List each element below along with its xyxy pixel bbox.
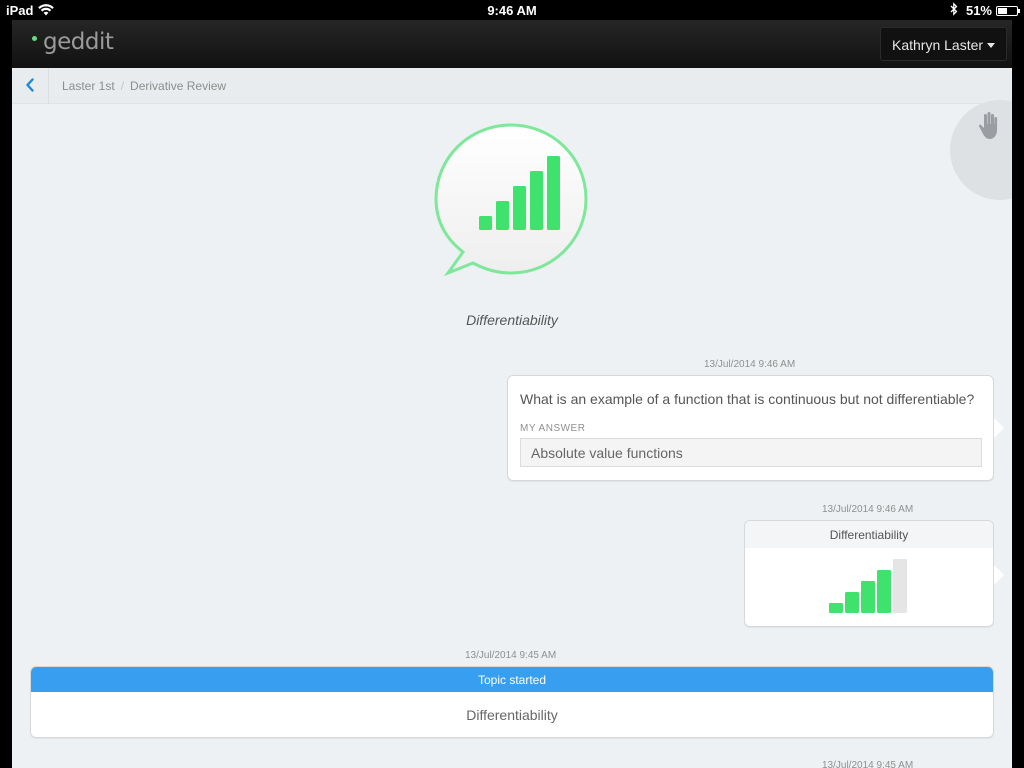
timestamp: 13/Jul/2014 9:45 AM [465,650,557,661]
topic-started-card: Topic started Differentiability [30,666,994,738]
status-time: 9:46 AM [487,3,537,18]
rating-card: Differentiability [744,520,994,627]
card-pointer [994,565,1004,585]
question-card: What is an example of a function that is… [507,375,994,481]
timestamp: 13/Jul/2014 9:45 AM [822,760,914,768]
back-button[interactable] [12,68,49,104]
timestamp: 13/Jul/2014 9:46 AM [822,504,914,515]
rating-bar-filled [496,201,509,230]
rating-card-title: Differentiability [745,521,993,548]
answer-label: MY ANSWER [520,423,586,434]
topic-started-title: Differentiability [466,707,558,723]
status-bar: iPad 9:46 AM 51% [0,0,1024,20]
question-text: What is an example of a function that is… [520,391,975,407]
topic-started-header: Topic started [31,667,993,692]
logo-text: geddit [43,29,114,55]
raise-hand-button[interactable] [950,100,1012,200]
rating-bars-icon [829,559,907,613]
speech-bubble-signal-icon [434,123,588,277]
rating-bar-filled [530,171,543,230]
user-menu-button[interactable]: Kathryn Laster [880,27,1007,61]
bluetooth-icon [950,2,958,19]
caret-down-icon [987,43,996,48]
chevron-left-icon [26,78,34,92]
breadcrumb: Laster 1st / Derivative Review [12,68,1012,104]
rating-bar-filled [547,156,560,230]
answer-field[interactable]: Absolute value functions [520,438,982,467]
battery-icon [996,6,1020,16]
timestamp: 13/Jul/2014 9:46 AM [704,359,796,370]
top-bar: geddit Kathryn Laster [12,20,1012,68]
topic-title: Differentiability [466,312,558,328]
rating-bar-filled [829,603,843,613]
battery-percent: 51% [965,3,992,18]
rating-bar-filled [845,592,859,613]
breadcrumb-separator: / [120,79,125,93]
rating-bar-empty [893,559,907,613]
rating-bar-filled [877,570,891,613]
rating-bar-filled [479,216,492,230]
logo-dot [32,36,37,41]
card-pointer [994,418,1004,438]
app-window: geddit Kathryn Laster Laster 1st / Derivat… [12,20,1012,768]
breadcrumb-item-class[interactable]: Laster 1st [62,79,115,93]
rating-bar-filled [861,581,875,613]
geddit-logo[interactable]: geddit [32,29,114,55]
breadcrumb-item-lesson: Derivative Review [130,79,227,93]
rating-bar-filled [513,186,526,230]
breadcrumb-trail: Laster 1st / Derivative Review [62,79,226,93]
user-name: Kathryn Laster [892,37,984,53]
raised-hand-icon [978,112,998,139]
